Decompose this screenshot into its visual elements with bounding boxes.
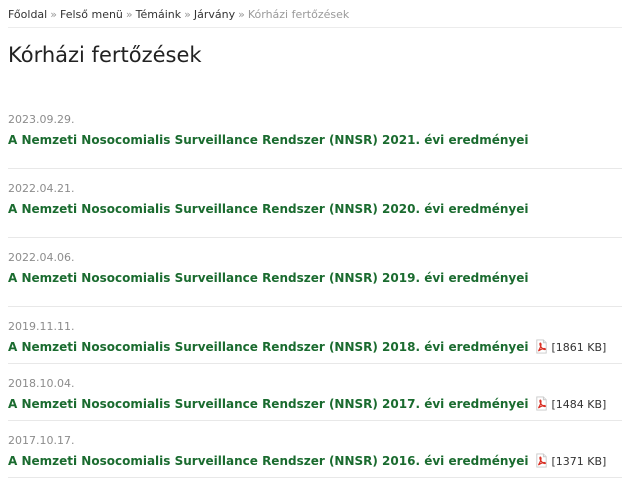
breadcrumb-link-epidemic[interactable]: Járvány bbox=[194, 8, 235, 21]
item-date: 2017.10.17. bbox=[8, 434, 75, 447]
file-size: [1861 KB] bbox=[551, 341, 607, 354]
document-link[interactable]: A Nemzeti Nosocomialis Surveillance Rend… bbox=[8, 133, 529, 147]
pdf-icon[interactable] bbox=[534, 339, 549, 354]
item-title-line: A Nemzeti Nosocomialis Surveillance Rend… bbox=[8, 270, 622, 286]
document-list: 2023.09.29. A Nemzeti Nosocomialis Surve… bbox=[8, 100, 622, 478]
file-size: [1484 KB] bbox=[551, 398, 607, 411]
breadcrumb-separator: » bbox=[238, 8, 245, 21]
item-title-line: A Nemzeti Nosocomialis Surveillance Rend… bbox=[8, 339, 622, 356]
list-item: 2018.10.04. A Nemzeti Nosocomialis Surve… bbox=[8, 364, 622, 421]
breadcrumb-link-topics[interactable]: Témáink bbox=[136, 8, 181, 21]
breadcrumb-current: Kórházi fertőzések bbox=[247, 8, 350, 21]
item-title-line: A Nemzeti Nosocomialis Surveillance Rend… bbox=[8, 396, 622, 413]
document-link[interactable]: A Nemzeti Nosocomialis Surveillance Rend… bbox=[8, 271, 529, 285]
list-item: 2022.04.06. A Nemzeti Nosocomialis Surve… bbox=[8, 238, 622, 307]
pdf-icon[interactable] bbox=[534, 396, 549, 411]
document-link[interactable]: A Nemzeti Nosocomialis Surveillance Rend… bbox=[8, 397, 529, 411]
pdf-icon[interactable] bbox=[534, 453, 549, 468]
item-title-line: A Nemzeti Nosocomialis Surveillance Rend… bbox=[8, 453, 622, 470]
breadcrumb-divider bbox=[8, 27, 622, 28]
list-item: 2023.09.29. A Nemzeti Nosocomialis Surve… bbox=[8, 100, 622, 169]
page-title: Kórházi fertőzések bbox=[8, 43, 202, 67]
breadcrumb-separator: » bbox=[50, 8, 57, 21]
item-date: 2022.04.21. bbox=[8, 182, 75, 195]
list-item: 2019.11.11. A Nemzeti Nosocomialis Surve… bbox=[8, 307, 622, 364]
breadcrumb-separator: » bbox=[184, 8, 191, 21]
item-date: 2018.10.04. bbox=[8, 377, 75, 390]
item-date: 2023.09.29. bbox=[8, 113, 75, 126]
list-item: 2022.04.21. A Nemzeti Nosocomialis Surve… bbox=[8, 169, 622, 238]
item-title-line: A Nemzeti Nosocomialis Surveillance Rend… bbox=[8, 132, 622, 148]
item-title-line: A Nemzeti Nosocomialis Surveillance Rend… bbox=[8, 201, 622, 217]
breadcrumb-separator: » bbox=[125, 8, 133, 21]
document-link[interactable]: A Nemzeti Nosocomialis Surveillance Rend… bbox=[8, 340, 529, 354]
breadcrumb: Főoldal» Felső menü» Témáink» Járvány» Kórhá… bbox=[8, 8, 349, 22]
file-size: [1371 KB] bbox=[551, 455, 607, 468]
breadcrumb-link-home[interactable]: Főoldal bbox=[8, 8, 47, 21]
breadcrumb-link-top-menu[interactable]: Felső menü bbox=[60, 8, 123, 21]
item-date: 2022.04.06. bbox=[8, 251, 75, 264]
document-link[interactable]: A Nemzeti Nosocomialis Surveillance Rend… bbox=[8, 454, 529, 468]
document-link[interactable]: A Nemzeti Nosocomialis Surveillance Rend… bbox=[8, 202, 529, 216]
list-item: 2017.10.17. A Nemzeti Nosocomialis Surve… bbox=[8, 421, 622, 478]
item-date: 2019.11.11. bbox=[8, 320, 75, 333]
